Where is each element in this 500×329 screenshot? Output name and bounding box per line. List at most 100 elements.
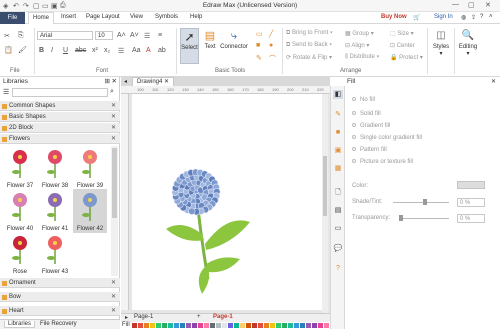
page-nav-icon[interactable]: ▸ bbox=[125, 314, 128, 321]
fill-panel-close-icon[interactable]: ✕ bbox=[491, 78, 496, 85]
category-close-icon[interactable]: ✕ bbox=[111, 112, 116, 122]
user-icon[interactable]: ◍ bbox=[461, 14, 466, 21]
color-swatch[interactable] bbox=[312, 323, 317, 328]
tab-insert[interactable]: Insert bbox=[61, 14, 76, 20]
category-close-icon[interactable]: ✕ bbox=[111, 123, 116, 133]
highlight-icon[interactable]: ab bbox=[158, 47, 166, 54]
canvas-vertical-scrollbar[interactable] bbox=[322, 94, 328, 324]
library-shape-flower[interactable]: Flower 43 bbox=[38, 232, 72, 276]
drawing-page[interactable] bbox=[132, 94, 326, 310]
color-swatch[interactable] bbox=[252, 323, 257, 328]
category-close-icon[interactable]: ✕ bbox=[111, 278, 116, 288]
color-swatch[interactable] bbox=[144, 323, 149, 328]
ellipse-tool-icon[interactable]: ● bbox=[269, 42, 273, 49]
copy-icon[interactable]: ⎘ bbox=[18, 32, 24, 40]
color-swatch[interactable] bbox=[180, 323, 185, 328]
rectangle-shape-icon[interactable]: ▭ bbox=[256, 30, 263, 38]
align-button[interactable]: ⊟ Align ▾ bbox=[345, 42, 369, 49]
category-close-icon[interactable]: ✕ bbox=[111, 306, 116, 316]
pin-icon[interactable]: ⊞ bbox=[105, 77, 110, 87]
color-swatch[interactable] bbox=[132, 323, 137, 328]
size-button[interactable]: ⬚ Size ▾ bbox=[390, 30, 414, 37]
grow-font-icon[interactable]: A˄ bbox=[117, 32, 126, 39]
fill-option-no-fill[interactable]: No fill bbox=[352, 97, 375, 103]
color-swatch[interactable] bbox=[192, 323, 197, 328]
color-swatch[interactable] bbox=[198, 323, 203, 328]
help-panel-icon[interactable]: ? bbox=[333, 264, 343, 273]
color-swatch[interactable] bbox=[216, 323, 221, 328]
tab-symbols[interactable]: Symbols bbox=[155, 14, 178, 20]
text-case-icon[interactable]: Aa bbox=[132, 47, 141, 54]
transparency-slider[interactable] bbox=[399, 218, 449, 219]
line-panel-icon[interactable]: ✎ bbox=[333, 110, 343, 119]
shade-tint-handle[interactable] bbox=[423, 199, 427, 205]
color-swatch[interactable] bbox=[162, 323, 167, 328]
library-shape-flower[interactable]: Flower 42 bbox=[73, 189, 107, 233]
category-2d-block[interactable]: 2D Block ✕ bbox=[0, 123, 120, 133]
category-ornament[interactable]: Ornament ✕ bbox=[0, 278, 120, 288]
category-common-shapes[interactable]: Common Shapes ✕ bbox=[0, 101, 120, 111]
search-icon[interactable]: ⌕ bbox=[110, 88, 114, 96]
color-swatch[interactable] bbox=[300, 323, 305, 328]
page-tab-active[interactable]: Page-1 bbox=[213, 314, 233, 320]
rotate-flip-button[interactable]: ⟳ Rotate & Flip ▾ bbox=[286, 54, 332, 61]
bring-to-front-button[interactable]: ⧉ Bring to Front ▾ bbox=[286, 30, 333, 37]
italic-button[interactable]: I bbox=[51, 47, 53, 54]
category-basic-shapes[interactable]: Basic Shapes ✕ bbox=[0, 112, 120, 122]
help-icon[interactable]: ? bbox=[480, 14, 483, 20]
tab-libraries[interactable]: Libraries bbox=[4, 321, 36, 328]
color-swatch[interactable] bbox=[156, 323, 161, 328]
line-tool-icon[interactable]: ╱ bbox=[269, 30, 273, 38]
curve-tool-icon[interactable]: ⌒ bbox=[269, 54, 276, 64]
bullets-icon[interactable]: ☰ bbox=[144, 32, 150, 40]
square-shape-icon[interactable]: ■ bbox=[256, 42, 260, 49]
font-name-select[interactable]: Arial bbox=[37, 31, 93, 40]
sign-in-link[interactable]: Sign In bbox=[434, 14, 453, 20]
format-painter-icon[interactable]: 🖌 bbox=[18, 46, 27, 54]
color-swatch[interactable] bbox=[258, 323, 263, 328]
libraries-close-icon[interactable]: ✕ bbox=[112, 77, 117, 87]
select-tool-button[interactable]: ➚ Select bbox=[180, 28, 199, 64]
image-panel-icon[interactable]: ▣ bbox=[333, 146, 343, 155]
canvas-scroll-thumb[interactable] bbox=[323, 156, 327, 216]
strikethrough-button[interactable]: abc bbox=[75, 47, 86, 54]
send-to-back-button[interactable]: ⧉ Send to Back ▾ bbox=[286, 42, 332, 49]
color-swatch[interactable] bbox=[318, 323, 323, 328]
color-swatch[interactable] bbox=[186, 323, 191, 328]
tab-help[interactable]: Help bbox=[190, 14, 202, 20]
category-heart[interactable]: Heart ✕ bbox=[0, 306, 120, 316]
color-swatch[interactable] bbox=[282, 323, 287, 328]
document-panel-icon[interactable]: ▭ bbox=[333, 224, 343, 233]
library-shape-flower[interactable]: Flower 38 bbox=[38, 146, 72, 190]
category-flowers[interactable]: Flowers ✕ bbox=[0, 134, 120, 144]
library-shape-flower[interactable]: Flower 40 bbox=[3, 189, 37, 233]
cart-icon[interactable]: 🛒 bbox=[413, 14, 420, 21]
library-shape-flower[interactable]: Flower 37 bbox=[3, 146, 37, 190]
transparency-handle[interactable] bbox=[399, 215, 403, 221]
fill-option-picture[interactable]: Picture or texture fill bbox=[352, 159, 413, 165]
group-button[interactable]: ▦ Group ▾ bbox=[345, 30, 374, 37]
buy-now-link[interactable]: Buy Now bbox=[381, 14, 407, 20]
page-panel-icon[interactable]: 🗋 bbox=[333, 188, 343, 197]
color-swatch[interactable] bbox=[306, 323, 311, 328]
color-swatch[interactable] bbox=[324, 323, 329, 328]
color-swatch[interactable] bbox=[270, 323, 275, 328]
color-swatch[interactable] bbox=[138, 323, 143, 328]
bold-button[interactable]: B bbox=[39, 47, 44, 54]
font-color-icon[interactable]: A bbox=[146, 47, 151, 54]
share-icon[interactable]: ⇪ bbox=[471, 14, 476, 21]
editing-button[interactable]: 🔍 Editing ▾ bbox=[456, 28, 480, 66]
color-swatch[interactable] bbox=[204, 323, 209, 328]
library-shape-flower[interactable]: Flower 39 bbox=[73, 146, 107, 190]
color-swatch[interactable] bbox=[168, 323, 173, 328]
fill-option-single-color-gradient[interactable]: Single color gradient fill bbox=[352, 135, 422, 141]
shade-tint-input[interactable]: 0 % bbox=[457, 198, 485, 207]
grid-panel-icon[interactable]: ▤ bbox=[333, 206, 343, 215]
color-swatch[interactable] bbox=[240, 323, 245, 328]
comment-panel-icon[interactable]: 💬 bbox=[333, 244, 343, 253]
text-tool-button[interactable]: ▤ Text bbox=[202, 28, 218, 64]
subscript-icon[interactable]: x₂ bbox=[104, 47, 110, 54]
doc-menu-icon[interactable]: ◂ bbox=[124, 78, 127, 85]
category-bow[interactable]: Bow ✕ bbox=[0, 292, 120, 302]
color-swatch[interactable] bbox=[228, 323, 233, 328]
